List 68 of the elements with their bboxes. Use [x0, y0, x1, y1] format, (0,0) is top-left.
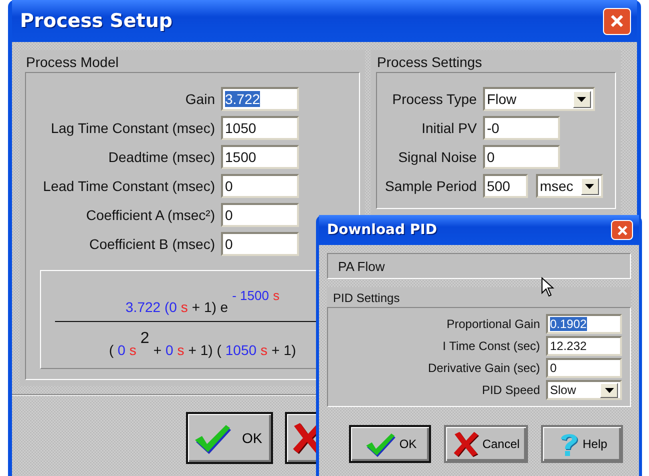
formula-term: s	[272, 288, 280, 304]
formula-term: - 1500	[232, 288, 269, 304]
dialog-button[interactable]: Help	[540, 425, 623, 463]
formula-term: + 1)	[272, 342, 296, 358]
input-field[interactable]: 1500	[221, 145, 299, 169]
input-field[interactable]: 0	[546, 358, 622, 378]
dropdown[interactable]: Slow	[546, 380, 622, 400]
formula-term: s	[180, 299, 188, 315]
formula-term: s	[177, 342, 184, 358]
controller-name: PA Flow	[338, 259, 385, 274]
field-value: 0	[225, 236, 233, 252]
field-value: 0	[550, 361, 557, 375]
formula-term: s	[260, 342, 268, 358]
group-title: PID Settings	[327, 287, 631, 307]
formula-term: 2	[140, 331, 150, 347]
field-label: Deadtime (msec)	[107, 149, 215, 165]
formula-term: + 1) e	[192, 299, 228, 315]
field-value: 500	[486, 178, 510, 194]
field-value: 1500	[225, 149, 256, 165]
input-field[interactable]: -0	[482, 116, 560, 140]
field-label: Coefficient A (msec²)	[85, 207, 215, 223]
field-label: Signal Noise	[397, 149, 477, 165]
field-value: 0	[225, 207, 233, 223]
formula-term: s	[129, 342, 136, 358]
dialog-button[interactable]: Cancel	[444, 425, 528, 463]
field-label: I Time Const (sec)	[442, 339, 540, 353]
dialog-button[interactable]: OK	[186, 412, 273, 464]
field-label: Derivative Gain (sec)	[426, 361, 540, 375]
formula-term: (	[108, 342, 114, 358]
input-field[interactable]: 12.232	[546, 336, 622, 356]
field-value: 3.722	[225, 91, 260, 107]
input-field[interactable]: 500	[482, 174, 528, 198]
formula-term: + 1) (	[188, 342, 222, 358]
input-field[interactable]: 0	[482, 145, 560, 169]
dropdown[interactable]: Flow	[482, 87, 595, 111]
field-value: -0	[486, 120, 500, 136]
unit-dropdown[interactable]: msec	[536, 174, 603, 198]
window-title: Download PID	[327, 222, 437, 238]
input-field[interactable]: 3.722	[221, 87, 299, 111]
formula-term: 0	[118, 342, 126, 358]
field-value: 1050	[225, 120, 256, 136]
formula-term: 0	[166, 342, 174, 358]
formula-term: +	[153, 342, 162, 358]
field-label: Lag Time Constant (msec)	[50, 120, 215, 136]
dropdown-value: Flow	[486, 91, 516, 107]
field-value: 12.232	[550, 339, 587, 353]
field-value: 0	[486, 149, 495, 165]
field-value: 0.1902	[550, 317, 587, 331]
formula-term: 3.722 (0	[126, 299, 177, 315]
field-label: Coefficient B (msec)	[88, 236, 215, 252]
field-label: Initial PV	[420, 120, 477, 136]
dropdown-value: Slow	[550, 383, 576, 397]
field-label: Proportional Gain	[446, 317, 540, 331]
field-value: 0	[225, 178, 233, 194]
field-label: Gain	[184, 91, 215, 107]
window-title: Process Setup	[20, 10, 173, 32]
field-label: Lead Time Constant (msec)	[42, 178, 215, 194]
formula-term: 1050	[225, 342, 257, 358]
field-label: Process Type	[391, 91, 477, 107]
dialog-button[interactable]: OK	[349, 425, 431, 463]
field-label: PID Speed	[480, 383, 540, 397]
input-field[interactable]: 0	[221, 232, 299, 256]
input-field[interactable]: 0	[221, 174, 299, 198]
input-field[interactable]: 0	[221, 203, 299, 227]
input-field[interactable]: 1050	[221, 116, 299, 140]
input-field[interactable]: 0.1902	[546, 314, 622, 334]
dropdown-value: msec	[540, 178, 574, 194]
field-label: Sample Period	[385, 178, 477, 194]
